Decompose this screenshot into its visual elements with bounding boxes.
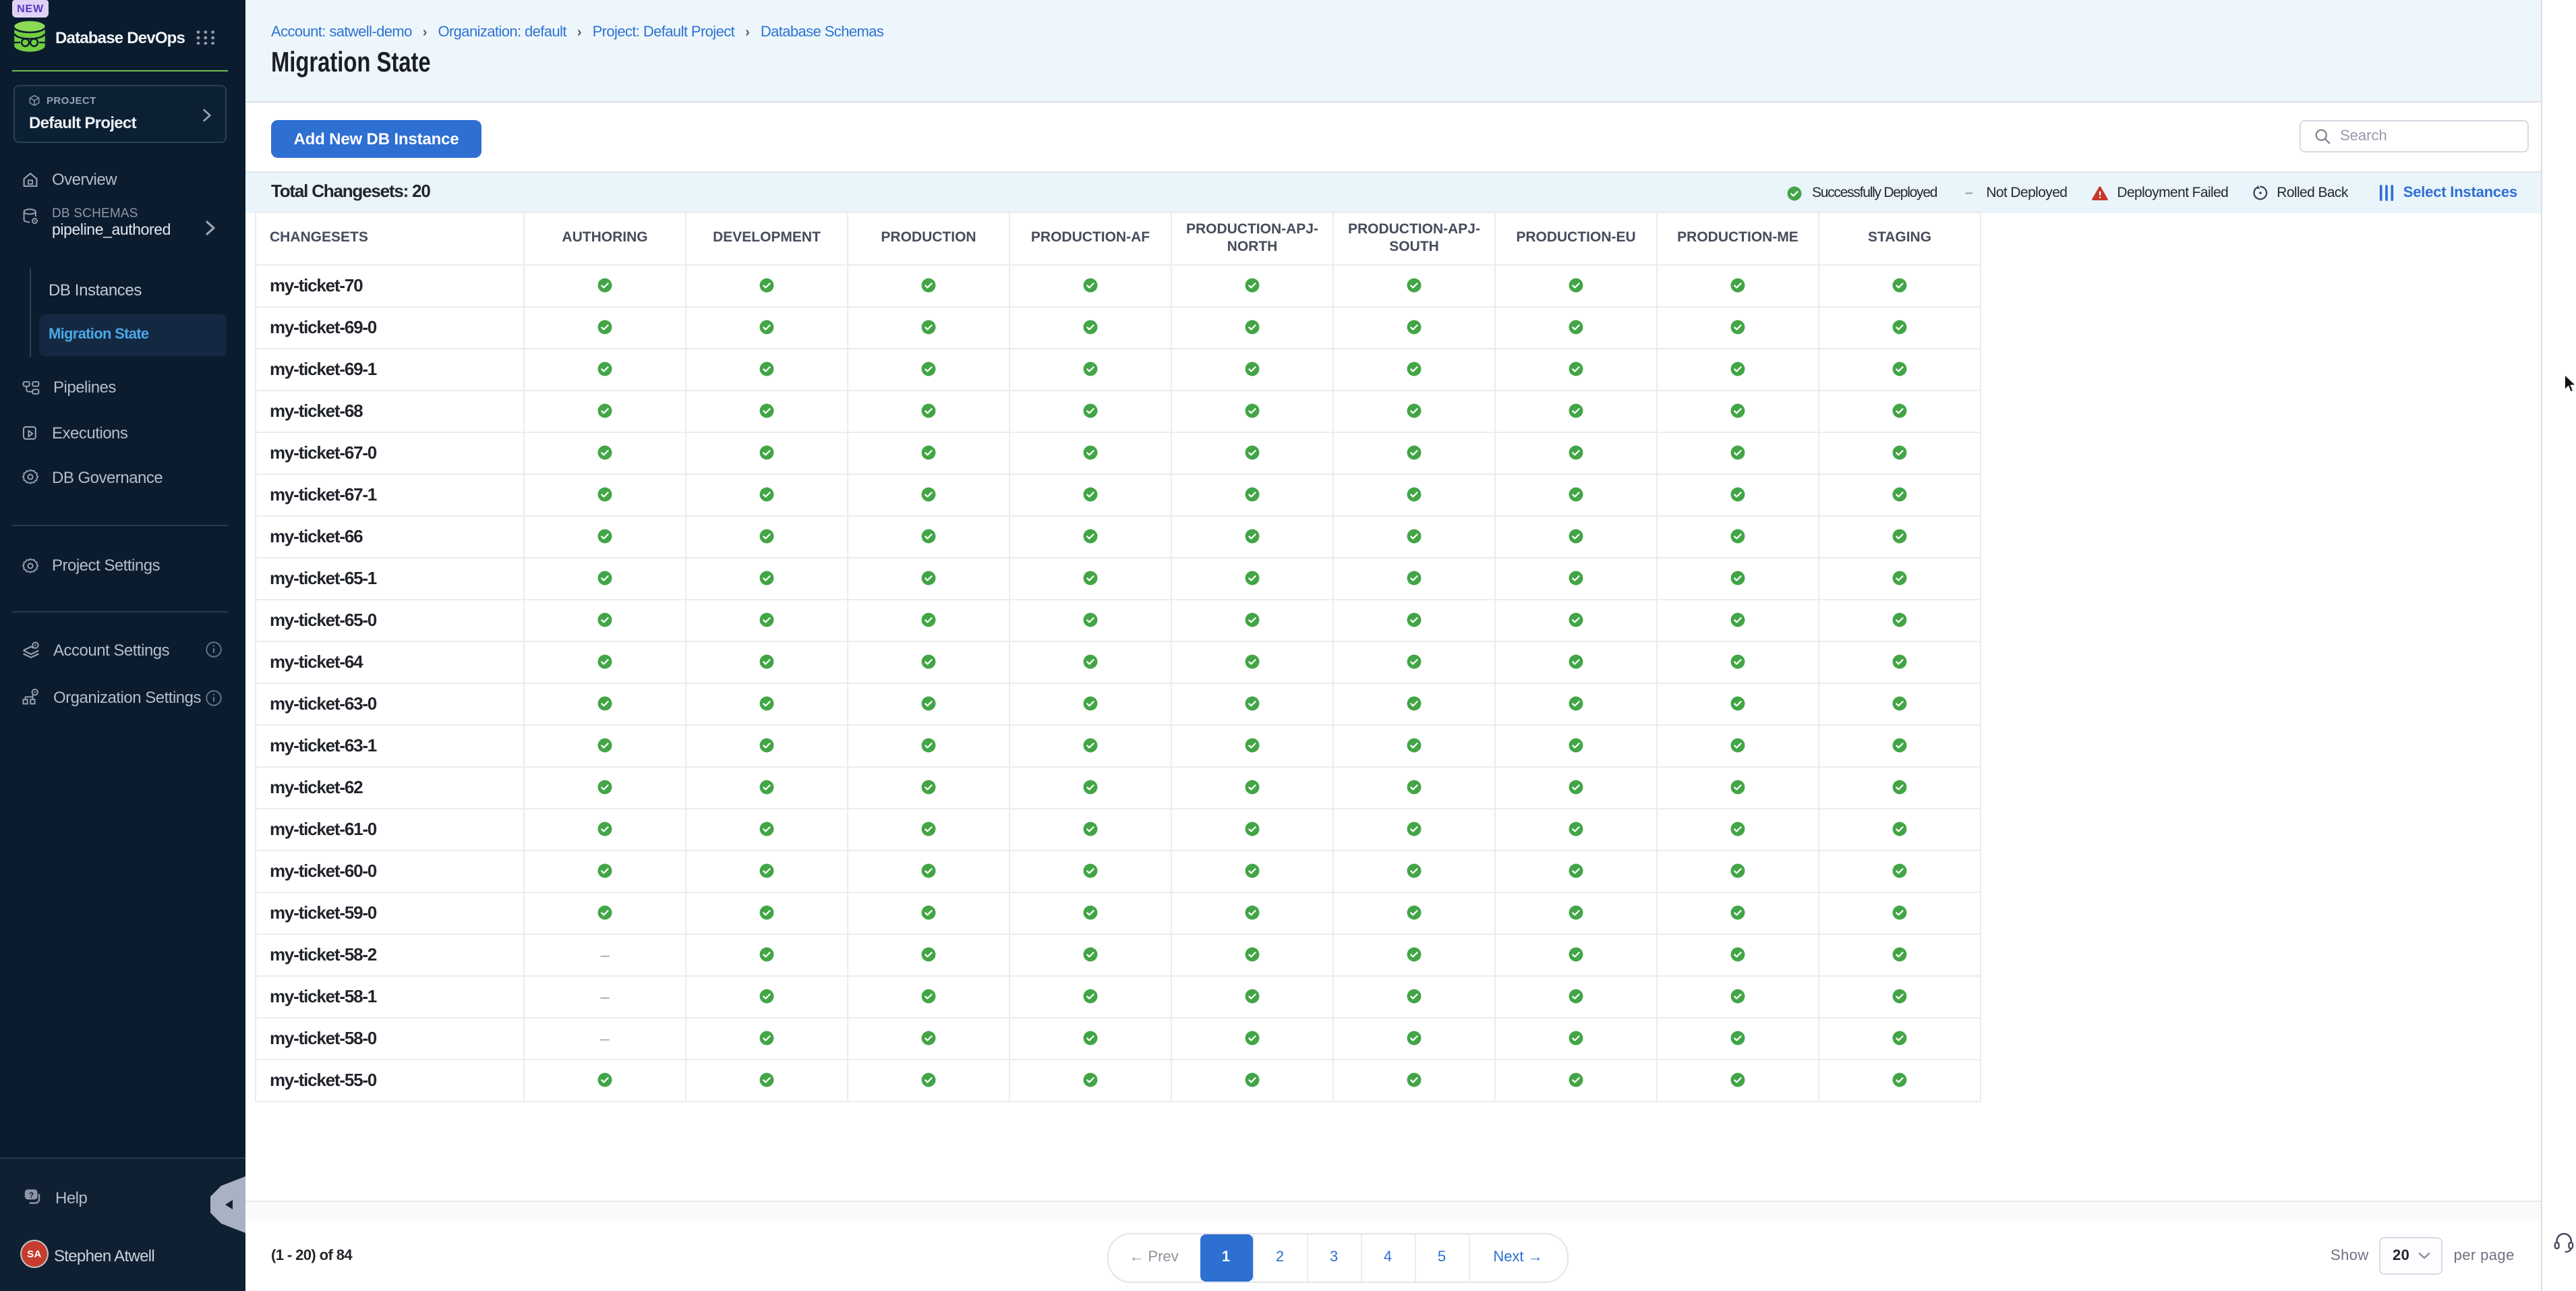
svg-text:?: ? [28, 1190, 33, 1200]
